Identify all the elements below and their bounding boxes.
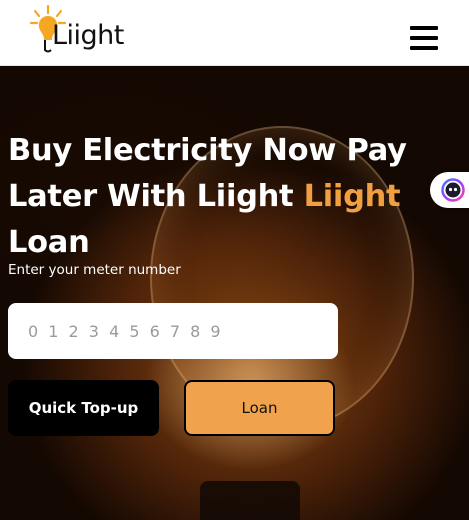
logo[interactable]: Liight: [28, 4, 128, 58]
hero-title-accent: Liight: [303, 179, 401, 214]
top-header: Liight: [0, 0, 469, 66]
meter-number-input[interactable]: [8, 303, 338, 359]
hero-section: Buy Electricity Now Pay Later With Liigh…: [0, 66, 469, 520]
hero-title: Buy Electricity Now Pay Later With Liigh…: [8, 128, 428, 266]
quick-topup-button[interactable]: Quick Top-up: [8, 380, 159, 436]
chat-widget-button[interactable]: [430, 172, 469, 208]
page: Liight Buy Electricity Now Pay Later Wit…: [0, 0, 469, 520]
logo-text: Liight: [52, 20, 124, 51]
hero-title-end: Loan: [8, 225, 90, 260]
meter-number-label: Enter your meter number: [8, 262, 181, 278]
bulb-base: [200, 481, 300, 520]
menu-button[interactable]: [410, 26, 438, 52]
chat-bot-icon: [441, 178, 465, 202]
loan-button[interactable]: Loan: [184, 380, 335, 436]
